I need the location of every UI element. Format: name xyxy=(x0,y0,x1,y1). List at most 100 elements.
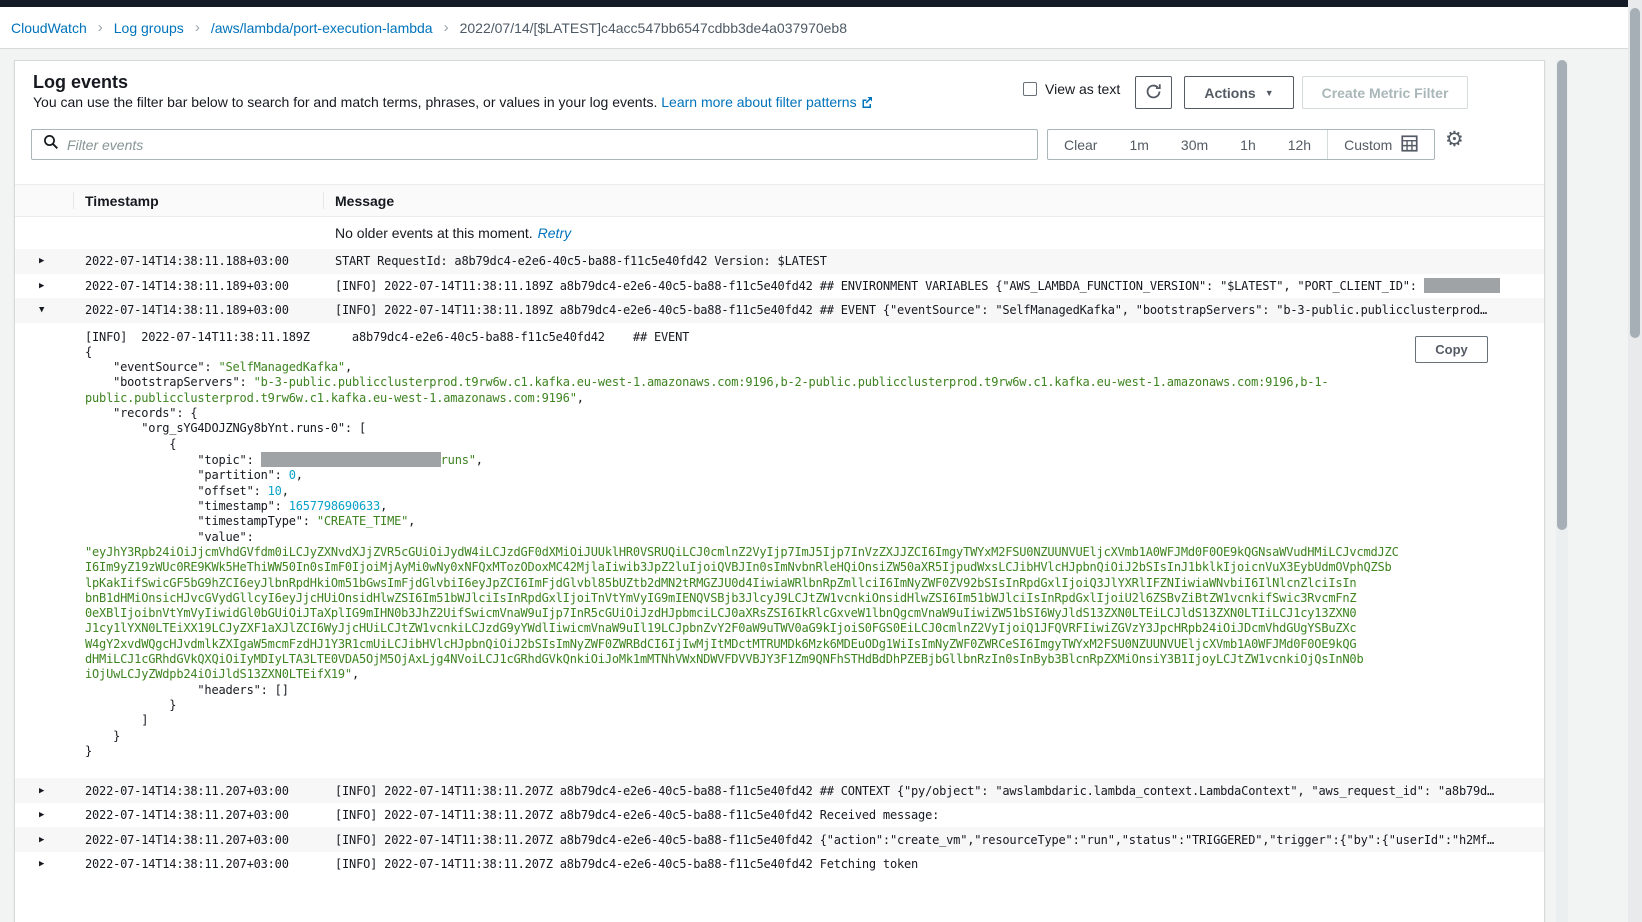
window-scrollbar[interactable] xyxy=(1628,0,1642,922)
event-timestamp: 2022-07-14T14:38:11.189+03:00 xyxy=(85,279,335,293)
log-event-row[interactable]: ▶2022-07-14T14:38:11.207+03:00[INFO] 202… xyxy=(15,778,1544,803)
console-top-edge xyxy=(0,0,1642,7)
log-events-table: Timestamp Message No older events at thi… xyxy=(15,184,1544,876)
breadcrumb-log-group[interactable]: /aws/lambda/port-execution-lambda xyxy=(211,20,433,36)
json-line: } xyxy=(85,744,1544,759)
expand-row-icon[interactable]: ▶ xyxy=(15,859,85,869)
json-line: "value": xyxy=(85,530,1544,545)
page-description: You can use the filter bar below to sear… xyxy=(33,94,873,111)
json-line: "eventSource": "SelfManagedKafka", xyxy=(85,360,1544,375)
breadcrumb-cloudwatch[interactable]: CloudWatch xyxy=(11,20,87,36)
range-30m[interactable]: 30m xyxy=(1165,130,1224,159)
breadcrumb: CloudWatch › Log groups › /aws/lambda/po… xyxy=(0,7,1642,49)
event-message: [INFO] 2022-07-14T11:38:11.207Z a8b79dc4… xyxy=(335,784,1544,798)
log-event-row[interactable]: ▶2022-07-14T14:38:11.207+03:00[INFO] 202… xyxy=(15,803,1544,828)
no-older-events-row: No older events at this moment. Retry xyxy=(15,217,1544,249)
refresh-icon xyxy=(1145,83,1162,103)
json-line: "eyJhY3Rpb24iOiJjcmVhdGVfdm0iLCJyZXNvdXJ… xyxy=(85,545,1544,560)
breadcrumb-log-groups[interactable]: Log groups xyxy=(114,20,184,36)
expand-row-icon[interactable]: ▶ xyxy=(15,256,85,266)
range-clear[interactable]: Clear xyxy=(1048,130,1113,159)
event-timestamp: 2022-07-14T14:38:11.189+03:00 xyxy=(85,303,335,317)
filter-events-field[interactable] xyxy=(31,129,1038,160)
range-12h[interactable]: 12h xyxy=(1272,130,1327,159)
json-line: { xyxy=(85,345,1544,360)
json-line: "partition": 0, xyxy=(85,468,1544,483)
retry-link[interactable]: Retry xyxy=(538,225,571,241)
time-range-selector: Clear 1m 30m 1h 12h Custom xyxy=(1047,129,1435,160)
expand-row-icon[interactable]: ▶ xyxy=(15,786,85,796)
gear-icon[interactable]: ⚙ xyxy=(1445,127,1464,151)
log-event-row[interactable]: ▶2022-07-14T14:38:11.189+03:00[INFO] 202… xyxy=(15,274,1544,299)
panel-scrollbar-thumb[interactable] xyxy=(1557,60,1567,530)
expand-row-icon[interactable]: ▶ xyxy=(15,281,85,291)
range-custom[interactable]: Custom xyxy=(1328,130,1434,159)
log-event-row[interactable]: ▶2022-07-14T14:38:11.188+03:00START Requ… xyxy=(15,249,1544,274)
refresh-button[interactable] xyxy=(1135,76,1172,109)
event-message: [INFO] 2022-07-14T11:38:11.207Z a8b79dc4… xyxy=(335,857,1544,871)
event-timestamp: 2022-07-14T14:38:11.207+03:00 xyxy=(85,833,335,847)
event-message: START RequestId: a8b79dc4-e2e6-40c5-ba88… xyxy=(335,254,1544,268)
event-timestamp: 2022-07-14T14:38:11.207+03:00 xyxy=(85,857,335,871)
json-line: dHMiLCJ1cGRhdGVkQXQiOiIyMDIyLTA3LTE0VDA5… xyxy=(85,652,1544,667)
range-1m[interactable]: 1m xyxy=(1113,130,1164,159)
expanded-log-detail: Copy [INFO] 2022-07-14T11:38:11.189Z a8b… xyxy=(15,323,1544,779)
event-message: [INFO] 2022-07-14T11:38:11.207Z a8b79dc4… xyxy=(335,808,1544,822)
event-message: [INFO] 2022-07-14T11:38:11.207Z a8b79dc4… xyxy=(335,833,1544,847)
log-events-panel: Log events You can use the filter bar be… xyxy=(14,60,1545,922)
view-as-text-toggle[interactable]: View as text xyxy=(1023,81,1120,97)
event-timestamp: 2022-07-14T14:38:11.207+03:00 xyxy=(85,784,335,798)
event-timestamp: 2022-07-14T14:38:11.188+03:00 xyxy=(85,254,335,268)
json-line: "bootstrapServers": "b-3-public.publiccl… xyxy=(85,375,1544,390)
filter-events-input[interactable] xyxy=(67,137,1037,153)
chevron-down-icon: ▼ xyxy=(1265,88,1274,98)
json-line: bnB1dHMiOnsicHJvcGVydGllcyI6eyJjcHUiOnsi… xyxy=(85,591,1544,606)
json-line: "timestampType": "CREATE_TIME", xyxy=(85,514,1544,529)
external-link-icon xyxy=(861,95,873,111)
json-line: "headers": [] xyxy=(85,683,1544,698)
json-line: "org_sYG4DOJZNGy8bYnt.runs-0": [ xyxy=(85,421,1544,436)
json-line: "topic": runs", xyxy=(85,452,1544,468)
json-line: W4gY2xvdWQgcHJvdmlkZXIgaW5mcmFzdHJ1Y3R1c… xyxy=(85,637,1544,652)
panel-scrollbar[interactable] xyxy=(1556,60,1568,922)
view-as-text-label: View as text xyxy=(1045,81,1120,97)
actions-button[interactable]: Actions ▼ xyxy=(1184,76,1294,109)
collapse-row-icon[interactable]: ▼ xyxy=(15,305,85,315)
no-older-events-text: No older events at this moment. xyxy=(335,225,533,241)
log-rows: ▶2022-07-14T14:38:11.188+03:00START Requ… xyxy=(15,249,1544,876)
breadcrumb-chevron-icon: › xyxy=(195,19,200,36)
column-header-message: Message xyxy=(335,193,394,209)
log-event-row[interactable]: ▼2022-07-14T14:38:11.189+03:00[INFO] 202… xyxy=(15,298,1544,323)
window-scrollbar-thumb[interactable] xyxy=(1630,8,1640,338)
view-as-text-checkbox[interactable] xyxy=(1023,82,1037,96)
page-title: Log events xyxy=(33,72,128,93)
json-line: "records": { xyxy=(85,406,1544,421)
json-line: { xyxy=(85,437,1544,452)
create-metric-filter-button[interactable]: Create Metric Filter xyxy=(1302,76,1468,109)
column-divider xyxy=(73,192,74,209)
expand-row-icon[interactable]: ▶ xyxy=(15,835,85,845)
json-line: "offset": 10, xyxy=(85,484,1544,499)
json-line: [INFO] 2022-07-14T11:38:11.189Z a8b79dc4… xyxy=(85,330,1544,345)
log-event-row[interactable]: ▶2022-07-14T14:38:11.207+03:00[INFO] 202… xyxy=(15,852,1544,877)
json-line: I6Im9yZ19zWUc0RE9KWk5HeThiWW50In0sImF0Ij… xyxy=(85,560,1544,575)
event-timestamp: 2022-07-14T14:38:11.207+03:00 xyxy=(85,808,335,822)
expanded-log-json: [INFO] 2022-07-14T11:38:11.189Z a8b79dc4… xyxy=(85,330,1544,760)
json-line: "timestamp": 1657798690633, xyxy=(85,499,1544,514)
json-line: J1cy1lYXN0LTEiXX19LCJyZXF1aXJlZCI6WyJjcH… xyxy=(85,621,1544,636)
expand-row-icon[interactable]: ▶ xyxy=(15,810,85,820)
table-header: Timestamp Message xyxy=(15,184,1544,217)
column-divider xyxy=(323,192,324,209)
redacted-value xyxy=(261,452,441,467)
json-line: iOjUwLCJyZWdpb24iOiJldS13ZXN0LTEifX19", xyxy=(85,667,1544,682)
copy-button[interactable]: Copy xyxy=(1415,336,1488,363)
json-line: } xyxy=(85,729,1544,744)
breadcrumb-chevron-icon: › xyxy=(98,19,103,36)
learn-more-link[interactable]: Learn more about filter patterns xyxy=(661,94,856,110)
search-icon xyxy=(32,134,67,155)
range-1h[interactable]: 1h xyxy=(1224,130,1272,159)
event-message: [INFO] 2022-07-14T11:38:11.189Z a8b79dc4… xyxy=(335,303,1544,317)
log-event-row[interactable]: ▶2022-07-14T14:38:11.207+03:00[INFO] 202… xyxy=(15,827,1544,852)
column-header-timestamp: Timestamp xyxy=(85,193,159,209)
json-line: ] xyxy=(85,713,1544,728)
